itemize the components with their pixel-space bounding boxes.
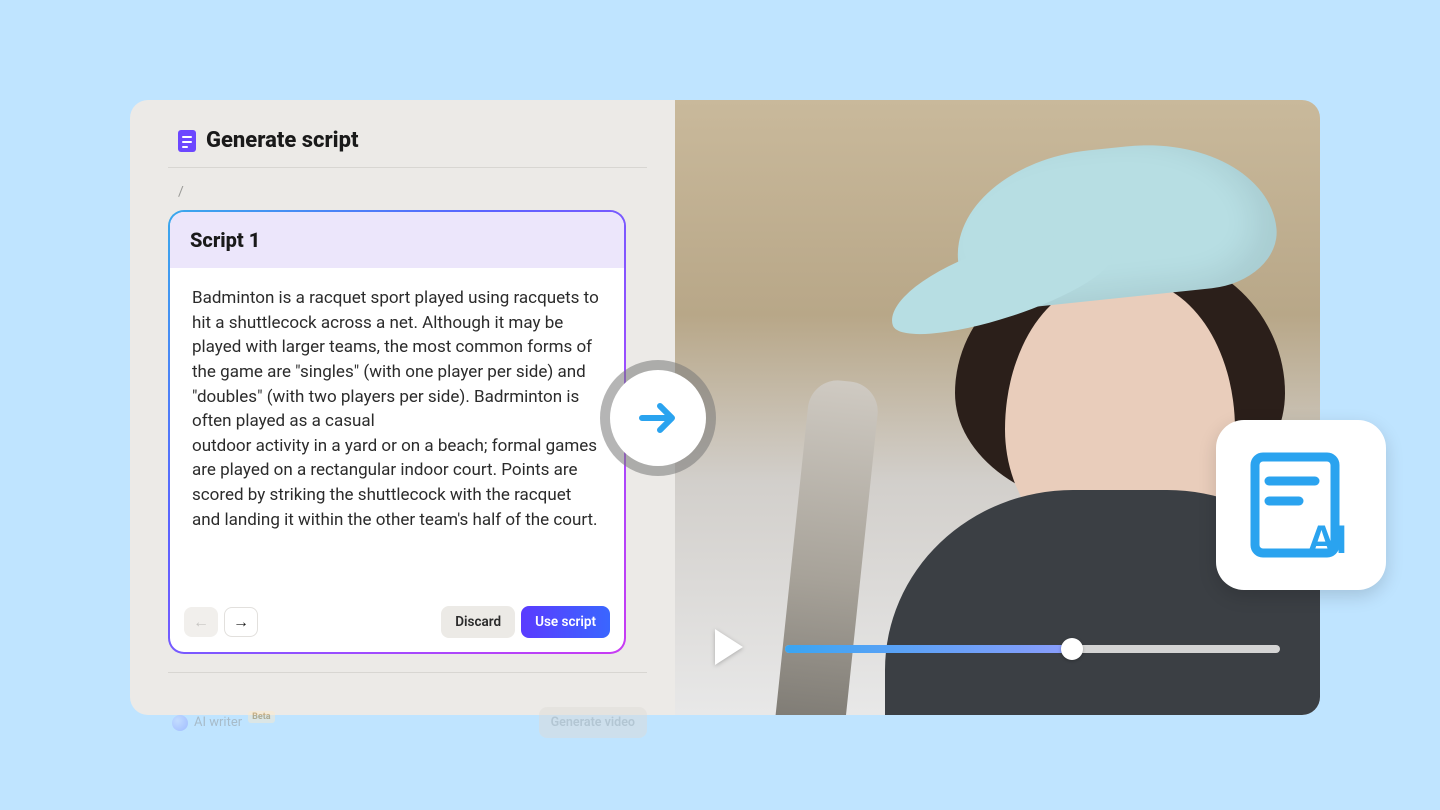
script-card: Script 1 Badminton is a racquet sport pl… (168, 210, 626, 654)
divider (168, 167, 647, 168)
discard-button[interactable]: Discard (441, 606, 515, 638)
panel-header: Generate script (168, 128, 647, 167)
progress-bar[interactable] (785, 645, 1280, 653)
script-heading: Script 1 (170, 212, 624, 268)
panel-title: Generate script (206, 128, 359, 153)
arrow-right-icon (634, 394, 682, 442)
use-script-button[interactable]: Use script (521, 606, 610, 638)
progress-fill (785, 645, 1072, 653)
arrow-overlay (600, 360, 716, 476)
svg-text:AI: AI (1307, 518, 1347, 562)
generate-video-button[interactable]: Generate video (539, 707, 647, 738)
beta-badge: Beta (248, 711, 274, 723)
video-still (735, 130, 1290, 715)
script-body: Badminton is a racquet sport played usin… (170, 268, 624, 596)
script-panel: Generate script / Script 1 Badminton is … (130, 100, 675, 715)
script-footer: ← → Discard Use script (170, 596, 624, 652)
next-button[interactable]: → (224, 607, 258, 637)
document-icon (178, 130, 196, 152)
ai-script-icon: AI (1241, 445, 1361, 565)
ai-orb-icon (172, 715, 188, 731)
ai-script-badge: AI (1216, 420, 1386, 590)
video-preview (675, 100, 1320, 715)
breadcrumb: / (168, 184, 647, 200)
app-stage: Generate script / Script 1 Badminton is … (130, 100, 1320, 715)
ai-writer-label: AI writer (194, 715, 242, 730)
play-button[interactable] (715, 629, 743, 665)
prev-button: ← (184, 607, 218, 637)
divider (168, 672, 647, 673)
ai-writer-button[interactable]: AI writer Beta (168, 715, 275, 731)
progress-thumb[interactable] (1061, 638, 1083, 660)
bottom-bar: AI writer Beta Generate video (168, 689, 647, 738)
